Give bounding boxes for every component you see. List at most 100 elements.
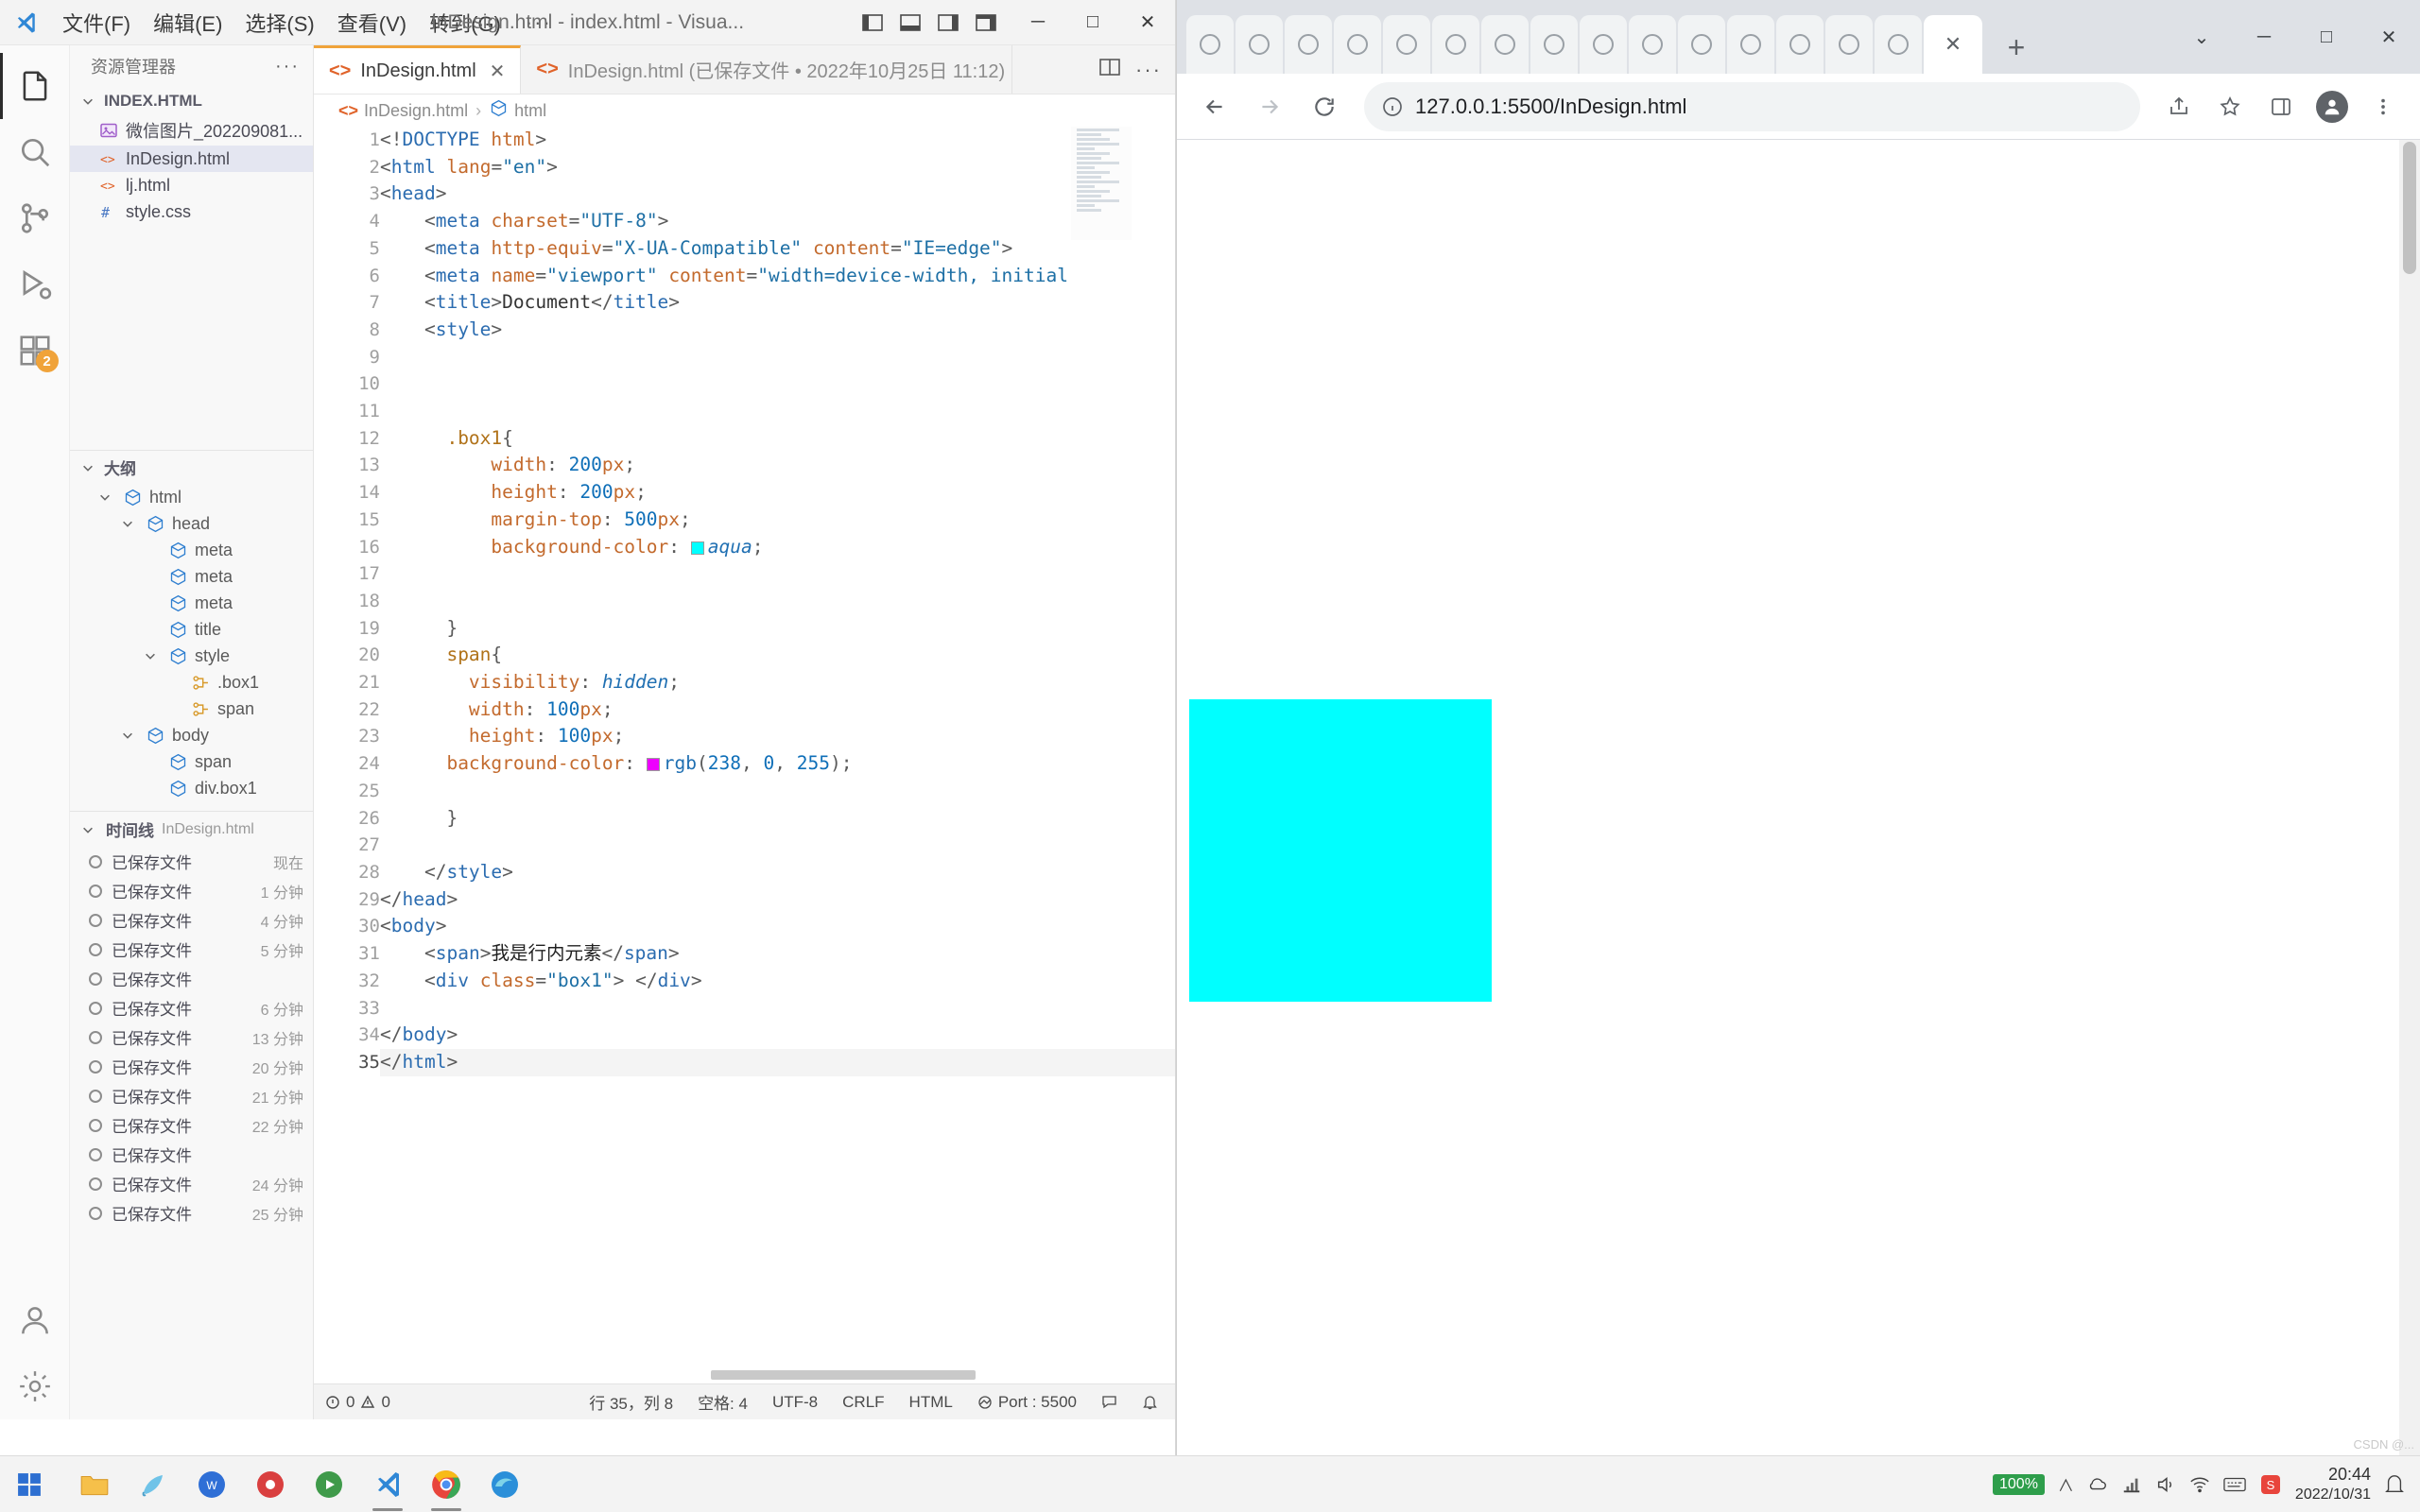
color-swatch-icon[interactable] [690, 541, 704, 555]
line-content[interactable]: width: 200px; [380, 452, 1175, 479]
profile-avatar[interactable] [2308, 83, 2356, 130]
line-content[interactable]: </head> [380, 886, 1175, 914]
toggle-panel-icon[interactable] [891, 0, 929, 45]
line-content[interactable]: </html> [380, 1048, 1175, 1076]
code-line[interactable]: 31 <span>我是行内元素</span> [314, 940, 1175, 968]
activity-settings-icon[interactable] [0, 1353, 70, 1419]
timeline-header[interactable]: 时间线 InDesign.html [70, 812, 313, 847]
chrome-tab[interactable] [1629, 15, 1676, 74]
line-content[interactable] [380, 832, 1175, 859]
tray-cloud-icon[interactable] [2087, 1474, 2108, 1495]
code-line[interactable]: 7 <title>Document</title> [314, 289, 1175, 317]
code-line[interactable]: 11 [314, 398, 1175, 425]
timeline-entry[interactable]: 已保存文件 [70, 1140, 313, 1169]
code-editor-area[interactable]: 1 <!DOCTYPE html> 2 <html lang="en"> 3 <head>… [314, 127, 1175, 1383]
line-content[interactable]: <style> [380, 317, 1175, 344]
chrome-tab[interactable] [1285, 15, 1332, 74]
editor-tab-diff[interactable]: <> InDesign.html (已保存文件 • 2022年10月25日 11… [521, 45, 1013, 94]
chrome-tab[interactable] [1236, 15, 1283, 74]
timeline-entry[interactable]: 已保存文件 21 分钟 [70, 1081, 313, 1110]
line-content[interactable]: <html lang="en"> [380, 154, 1175, 181]
code-line[interactable]: 17 [314, 560, 1175, 588]
code-line[interactable]: 12 .box1{ [314, 425, 1175, 453]
vscode-close-button[interactable]: ✕ [1120, 0, 1175, 45]
status-feedback-icon[interactable] [1101, 1394, 1117, 1410]
timeline-entry[interactable]: 已保存文件 25 分钟 [70, 1198, 313, 1228]
timeline-entry[interactable]: 已保存文件 13 分钟 [70, 1022, 313, 1052]
vscode-maximize-button[interactable]: □ [1065, 0, 1120, 45]
outline-item-body[interactable]: body [70, 722, 313, 748]
tray-wifi-icon[interactable] [2189, 1474, 2210, 1495]
chrome-tab[interactable] [1432, 15, 1479, 74]
editor-minimap[interactable] [1071, 127, 1132, 240]
line-content[interactable]: <span>我是行内元素</span> [380, 940, 1175, 968]
file-row-style-css[interactable]: # style.css [70, 198, 313, 225]
editor-more-icon[interactable]: ··· [1135, 58, 1162, 82]
status-cursor-position[interactable]: 行 35，列 8 [589, 1390, 673, 1414]
activity-accounts-icon[interactable] [0, 1287, 70, 1353]
forward-arrow-icon[interactable] [1245, 82, 1294, 131]
line-content[interactable]: <meta http-equiv="X-UA-Compatible" conte… [380, 235, 1175, 263]
outline-item-box1[interactable]: .box1 [70, 669, 313, 696]
timeline-entry[interactable]: 已保存文件 1 分钟 [70, 876, 313, 905]
taskbar-netease-music-icon[interactable] [244, 1456, 297, 1512]
chrome-tab[interactable] [1875, 15, 1922, 74]
code-line[interactable]: 1 <!DOCTYPE html> [314, 127, 1175, 154]
breadcrumb-symbol[interactable]: html [489, 98, 546, 123]
timeline-entry[interactable]: 已保存文件 24 分钟 [70, 1169, 313, 1198]
back-arrow-icon[interactable] [1190, 82, 1239, 131]
new-tab-button[interactable]: + [1990, 21, 2043, 74]
line-content[interactable] [380, 370, 1175, 398]
vscode-minimize-button[interactable]: ─ [1011, 0, 1065, 45]
page-viewport[interactable] [1177, 140, 2420, 1455]
search-tabs-button[interactable]: ⌄ [2170, 0, 2233, 74]
chevron-down-icon[interactable] [140, 649, 161, 662]
timeline-entry[interactable]: 已保存文件 6 分钟 [70, 993, 313, 1022]
close-icon[interactable]: ✕ [490, 60, 506, 83]
line-content[interactable]: background-color: aqua; [380, 534, 1175, 561]
code-line[interactable]: 15 margin-top: 500px; [314, 507, 1175, 534]
line-content[interactable]: <meta name="viewport" content="width=dev… [380, 263, 1175, 290]
code-line[interactable]: 19 } [314, 615, 1175, 643]
timeline-entry[interactable]: 已保存文件 4 分钟 [70, 905, 313, 935]
outline-item-span[interactable]: span [70, 696, 313, 722]
chevron-down-icon[interactable] [117, 729, 138, 742]
breadcrumb[interactable]: <> InDesign.html › html [314, 94, 1175, 127]
taskbar-media-player-icon[interactable] [302, 1456, 355, 1512]
code-line[interactable]: 25 [314, 778, 1175, 805]
battery-indicator[interactable]: 100% [1993, 1473, 2045, 1495]
activity-source-control-icon[interactable] [0, 185, 70, 251]
file-row-image[interactable]: 微信图片_202209081... [70, 115, 313, 146]
menu-goto[interactable]: 转到(G) [418, 0, 512, 45]
chevron-down-icon[interactable] [117, 517, 138, 530]
start-button[interactable] [0, 1456, 59, 1512]
timeline-entry[interactable]: 已保存文件 20 分钟 [70, 1052, 313, 1081]
code-line[interactable]: 30 <body> [314, 913, 1175, 940]
code-line[interactable]: 9 [314, 344, 1175, 371]
tray-input-method-icon[interactable] [2223, 1474, 2246, 1495]
line-content[interactable]: } [380, 615, 1175, 643]
outline-item-head[interactable]: head [70, 510, 313, 537]
code-line[interactable]: 35 </html> [314, 1048, 1175, 1076]
menu-file[interactable]: 文件(F) [51, 0, 142, 45]
breadcrumb-file[interactable]: <> InDesign.html [338, 101, 468, 121]
chrome-tab[interactable] [1481, 15, 1529, 74]
code-line[interactable]: 24 background-color: rgb(238, 0, 255); [314, 750, 1175, 778]
code-line[interactable]: 29 </head> [314, 886, 1175, 914]
address-bar[interactable]: 127.0.0.1:5500/InDesign.html [1364, 81, 2140, 131]
outline-item-style[interactable]: style [70, 643, 313, 669]
taskbar-edge-icon[interactable] [478, 1456, 531, 1512]
code-line[interactable]: 22 width: 100px; [314, 696, 1175, 724]
line-content[interactable]: <!DOCTYPE html> [380, 127, 1175, 154]
editor-layout-icons[interactable] [854, 0, 1011, 45]
code-line[interactable]: 23 height: 100px; [314, 723, 1175, 750]
taskbar-chrome-icon[interactable] [420, 1456, 473, 1512]
action-center-icon[interactable] [2384, 1474, 2405, 1495]
timeline-entry[interactable]: 已保存文件 22 分钟 [70, 1110, 313, 1140]
status-live-server[interactable]: Port : 5500 [977, 1393, 1077, 1412]
line-content[interactable]: </body> [380, 1022, 1175, 1049]
line-content[interactable] [380, 398, 1175, 425]
status-notifications-bell-icon[interactable] [1142, 1394, 1158, 1410]
menu-view[interactable]: 查看(V) [326, 0, 418, 45]
tray-volume-icon[interactable] [2155, 1474, 2176, 1495]
